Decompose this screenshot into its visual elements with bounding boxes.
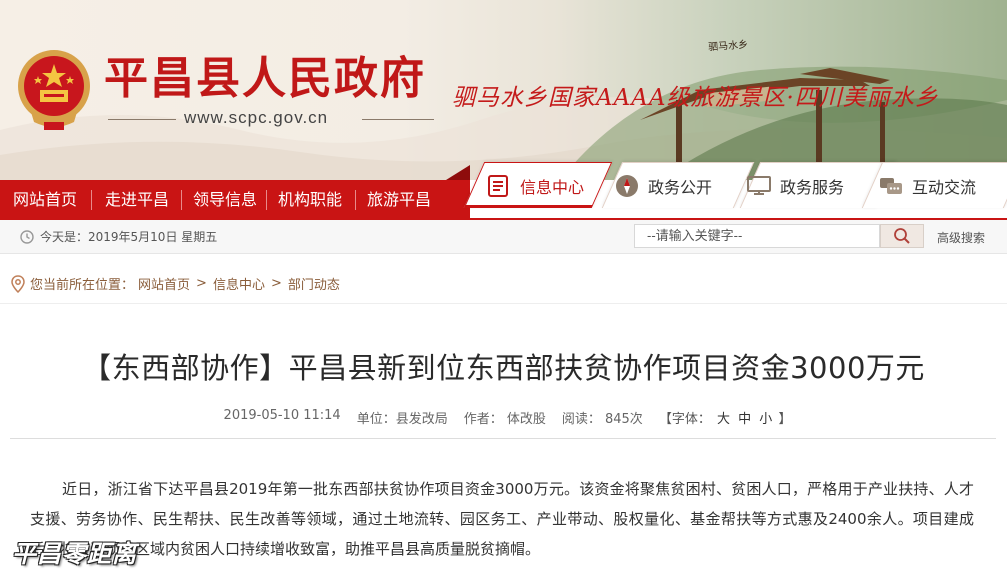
breadcrumb-divider: [0, 303, 1007, 304]
tab-gov-service-label: 政务服务: [780, 178, 845, 197]
nav-item-functions[interactable]: 机构职能: [266, 180, 354, 220]
breadcrumb-separator: >: [196, 276, 207, 291]
article-reads: 阅读： 845次: [561, 412, 643, 427]
tab-interaction-label: 互动交流: [912, 178, 977, 197]
nav-fold-decoration: [446, 165, 470, 180]
date-text: 今天是：2019年5月10日 星期五: [40, 230, 218, 244]
breadcrumb-home[interactable]: 网站首页: [138, 274, 190, 293]
location-pin-icon: [11, 274, 25, 293]
site-title: 平昌县人民政府: [104, 53, 426, 104]
national-emblem-logo: [18, 50, 90, 130]
url-divider-left: [108, 119, 176, 120]
gate-sign-text: 驷马水乡: [707, 39, 749, 54]
article-date: 2019-05-10 11:14: [223, 408, 341, 423]
font-size-control: 【字体： 大 中 小 】: [659, 408, 792, 427]
watermark-text: 平昌零距离: [12, 540, 137, 568]
nav-item-home[interactable]: 网站首页: [0, 180, 90, 220]
breadcrumb-separator: >: [270, 276, 282, 291]
banner-slogan: 驷马水乡国家AAAA级旅游景区·四川美丽水乡: [452, 85, 939, 111]
font-size-large[interactable]: 大: [717, 412, 730, 427]
breadcrumb-prefix: 您当前所在位置：: [30, 278, 135, 293]
nav-item-about[interactable]: 走进平昌: [92, 180, 182, 220]
font-size-label: 【字体：: [658, 412, 711, 427]
font-size-close: 】: [778, 412, 792, 427]
search-input[interactable]: --请输入关键字--: [634, 224, 880, 248]
breadcrumb: 您当前所在位置： 网站首页 > 信息中心 > 部门动态: [10, 274, 340, 293]
tab-gov-open-label: 政务公开: [648, 178, 713, 197]
article-title: 【东西部协作】平昌县新到位东西部扶贫协作项目资金3000万元: [82, 351, 925, 385]
nav-item-tourism[interactable]: 旅游平昌: [356, 180, 442, 220]
font-size-small[interactable]: 小: [759, 412, 772, 427]
chat-icon: [880, 178, 902, 194]
article-divider: [10, 438, 996, 439]
article-author: 作者： 体改股: [463, 412, 546, 427]
breadcrumb-dept-news[interactable]: 部门动态: [288, 274, 340, 293]
breadcrumb-info-center[interactable]: 信息中心: [213, 274, 265, 293]
article-unit: 单位：县发改局: [356, 412, 448, 427]
news-icon: [488, 175, 508, 197]
url-divider-right: [362, 119, 434, 120]
tab-info-center-content[interactable]: 信息中心: [486, 171, 584, 201]
search-icon: [894, 228, 910, 244]
article-body: 近日，浙江省下达平昌县2019年第一批东西部扶贫协作项目资金3000万元。该资金…: [30, 480, 974, 558]
monitor-icon: [747, 176, 771, 195]
compass-icon: [616, 175, 638, 197]
tab-interaction-content[interactable]: 互动交流: [878, 171, 976, 201]
article-meta: 2019-05-10 11:14 单位：县发改局 作者： 体改股 阅读： 845…: [0, 408, 1007, 427]
advanced-search-link[interactable]: 高级搜索: [937, 229, 985, 246]
header-banner: 平昌县人民政府 www.scpc.gov.cn 驷马水乡国家AAAA级旅游景区·…: [0, 0, 1007, 180]
clock-icon: [20, 229, 34, 244]
date-display: 今天是：2019年5月10日 星期五: [20, 228, 217, 245]
nav-item-leaders[interactable]: 领导信息: [182, 180, 268, 220]
site-url: www.scpc.gov.cn: [184, 108, 329, 127]
tab-info-center-label: 信息中心: [520, 178, 585, 197]
search-button[interactable]: [880, 224, 924, 248]
font-size-medium[interactable]: 中: [738, 412, 751, 427]
tab-gov-service-content[interactable]: 政务服务: [746, 171, 844, 201]
tab-gov-open-content[interactable]: 政务公开: [614, 171, 712, 201]
